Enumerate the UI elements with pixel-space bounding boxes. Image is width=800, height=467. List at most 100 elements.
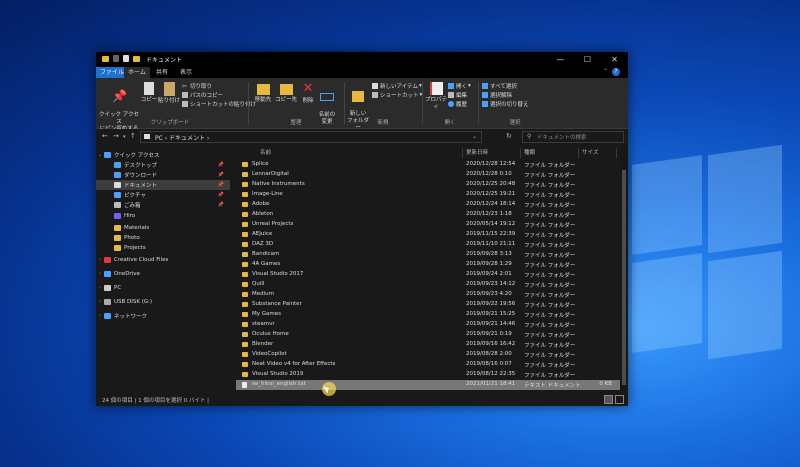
paste-button[interactable]: 貼り付け: [158, 82, 180, 105]
sidebar-item[interactable]: Photo: [96, 233, 230, 243]
address-box[interactable]: PC › ドキュメント › ⌄: [140, 131, 482, 143]
file-row[interactable]: Bandicam 2019/09/28 3:13 ファイル フォルダー: [236, 250, 620, 260]
forward-icon[interactable]: →: [113, 132, 119, 140]
sidebar-item[interactable]: › USB DISK (G:): [96, 297, 230, 307]
sidebar-item[interactable]: Projects: [96, 243, 230, 253]
recent-locations-icon[interactable]: ▾: [123, 134, 126, 140]
file-row[interactable]: AEJuice 2019/11/15 22:39 ファイル フォルダー: [236, 230, 620, 240]
back-icon[interactable]: ←: [102, 132, 108, 140]
delete-button[interactable]: ✕ 削除: [300, 82, 316, 105]
large-icons-view-icon[interactable]: [615, 395, 624, 404]
new-item-button[interactable]: 新しいアイテム ▾: [372, 82, 422, 90]
column-header-date[interactable]: 更新日時: [466, 148, 488, 158]
expand-chevron-icon[interactable]: ⌄: [96, 152, 104, 158]
sidebar-item[interactable]: デスクトップ 📌: [96, 160, 230, 170]
tab-view[interactable]: 表示: [176, 67, 196, 78]
maximize-button[interactable]: ☐: [574, 52, 601, 66]
file-date: 2019/09/24 2:01: [466, 271, 512, 277]
file-row[interactable]: steamvr 2019/09/21 14:46 ファイル フォルダー: [236, 320, 620, 330]
column-header-name[interactable]: 名前: [260, 148, 271, 158]
file-row[interactable]: Medium 2019/09/23 4:20 ファイル フォルダー: [236, 290, 620, 300]
file-row[interactable]: Blender 2019/09/16 16:42 ファイル フォルダー: [236, 340, 620, 350]
sidebar-item[interactable]: › OneDrive: [96, 269, 230, 279]
tab-home[interactable]: ホーム: [124, 67, 150, 78]
file-row[interactable]: Oculus Home 2019/09/21 0:19 ファイル フォルダー: [236, 330, 620, 340]
shortcut-button[interactable]: ショートカット ▾: [372, 91, 422, 99]
vertical-scrollbar[interactable]: [620, 145, 628, 390]
file-row[interactable]: Quill 2019/09/23 14:12 ファイル フォルダー: [236, 280, 620, 290]
details-view-icon[interactable]: [604, 395, 613, 404]
file-row[interactable]: LennarDigital 2020/12/28 0:10 ファイル フォルダー: [236, 170, 620, 180]
help-icon[interactable]: ?: [612, 68, 620, 76]
file-row[interactable]: DAZ 3D 2019/11/10 21:11 ファイル フォルダー: [236, 240, 620, 250]
file-type: ファイル フォルダー: [524, 223, 576, 229]
column-divider[interactable]: [520, 148, 521, 158]
new-folder-icon[interactable]: [133, 56, 140, 62]
file-row[interactable]: Image-Line 2020/12/25 19:21 ファイル フォルダー: [236, 190, 620, 200]
column-header-type[interactable]: 種類: [524, 148, 535, 158]
column-divider[interactable]: [578, 148, 579, 158]
sidebar-item[interactable]: ⌄ クイック アクセス: [96, 150, 230, 160]
properties-icon[interactable]: [123, 55, 129, 62]
column-divider[interactable]: [462, 148, 463, 158]
file-row[interactable]: Ableton 2020/12/23 1:18 ファイル フォルダー: [236, 210, 620, 220]
file-date: 2019/11/15 22:39: [466, 231, 516, 237]
file-row[interactable]: Visual Studio 2019 2019/08/12 22:35 ファイル フ…: [236, 370, 620, 380]
file-name: DAZ 3D: [252, 241, 274, 247]
expand-chevron-icon[interactable]: ›: [96, 313, 104, 319]
file-row[interactable]: Unreal Projects 2020/05/14 19:12 ファイル フォルダ…: [236, 220, 620, 230]
file-row[interactable]: My Games 2019/09/21 15:25 ファイル フォルダー: [236, 310, 620, 320]
sidebar-item[interactable]: › ネットワーク: [96, 311, 230, 321]
copy-to-button[interactable]: コピー先: [274, 82, 298, 104]
pin-icon: 📌: [217, 172, 224, 178]
edit-button[interactable]: 編集: [448, 91, 467, 99]
expand-chevron-icon[interactable]: ›: [96, 271, 104, 277]
history-button[interactable]: 履歴: [448, 100, 467, 108]
expand-chevron-icon[interactable]: ›: [96, 257, 104, 263]
file-row[interactable]: Native Instruments 2020/12/25 20:48 ファイル フ…: [236, 180, 620, 190]
sidebar-item[interactable]: ダウンロード 📌: [96, 170, 230, 180]
refresh-icon[interactable]: ↻: [506, 132, 512, 140]
search-placeholder: ドキュメントの検索: [537, 135, 587, 141]
select-all-button[interactable]: すべて選択: [482, 82, 517, 90]
copy-path-icon: [182, 92, 188, 98]
file-row[interactable]: VideoCopilot 2019/08/28 2:00 ファイル フォルダー: [236, 350, 620, 360]
scrollbar-thumb[interactable]: [622, 170, 626, 385]
file-row[interactable]: Splice 2020/12/28 12:54 ファイル フォルダー: [236, 160, 620, 170]
file-row[interactable]: se_hinsi_english.txt 2021/01/21 18:41 テキスト…: [236, 380, 620, 390]
tab-share[interactable]: 共有: [152, 67, 172, 78]
file-row[interactable]: Adobe 2020/12/24 18:14 ファイル フォルダー: [236, 200, 620, 210]
minimize-button[interactable]: —: [547, 52, 574, 66]
copy-button[interactable]: コピー: [140, 82, 158, 104]
delete-label: 削除: [302, 98, 314, 104]
up-icon[interactable]: ↑: [130, 132, 136, 140]
copy-path-button[interactable]: パスのコピー: [182, 91, 223, 99]
close-button[interactable]: ✕: [601, 52, 628, 66]
file-row[interactable]: 4A Games 2019/09/28 1:29 ファイル フォルダー: [236, 260, 620, 270]
sidebar-item[interactable]: ごみ箱 📌: [96, 200, 230, 210]
sidebar-item[interactable]: ドキュメント 📌: [96, 180, 230, 190]
file-row[interactable]: Visual Studio 2017 2019/09/24 2:01 ファイル フォ…: [236, 270, 620, 280]
chevron-down-icon[interactable]: ⌄: [472, 133, 477, 140]
properties-button[interactable]: プロパティ: [424, 82, 448, 111]
sidebar-item[interactable]: › PC: [96, 283, 230, 293]
invert-selection-button[interactable]: 選択の切り替え: [482, 100, 529, 108]
file-row[interactable]: Substance Painter 2019/09/22 19:56 ファイル フォ…: [236, 300, 620, 310]
cut-button[interactable]: ✂ 切り取り: [182, 82, 212, 90]
sidebar-item[interactable]: Hiro: [96, 211, 230, 221]
open-button[interactable]: 開く ▾: [448, 82, 471, 90]
column-header-size[interactable]: サイズ: [582, 148, 598, 158]
expand-chevron-icon[interactable]: ›: [96, 299, 104, 305]
select-none-button[interactable]: 選択解除: [482, 91, 512, 99]
expand-chevron-icon[interactable]: ›: [96, 285, 104, 291]
paste-shortcut-button[interactable]: ショートカットの貼り付け: [182, 100, 256, 108]
sidebar-item[interactable]: ピクチャ 📌: [96, 190, 230, 200]
ribbon-collapse-icon[interactable]: ⌃: [603, 68, 608, 75]
new-folder-icon: [352, 91, 364, 102]
column-divider[interactable]: [616, 148, 617, 158]
search-box[interactable]: ⚲ ドキュメントの検索: [522, 131, 624, 143]
move-to-button[interactable]: 移動先: [252, 82, 274, 104]
sidebar-item[interactable]: › Creative Cloud Files: [96, 255, 230, 265]
sidebar-item[interactable]: Materials: [96, 223, 230, 233]
file-row[interactable]: Neat Video v4 for After Effects 2019/08/1…: [236, 360, 620, 370]
